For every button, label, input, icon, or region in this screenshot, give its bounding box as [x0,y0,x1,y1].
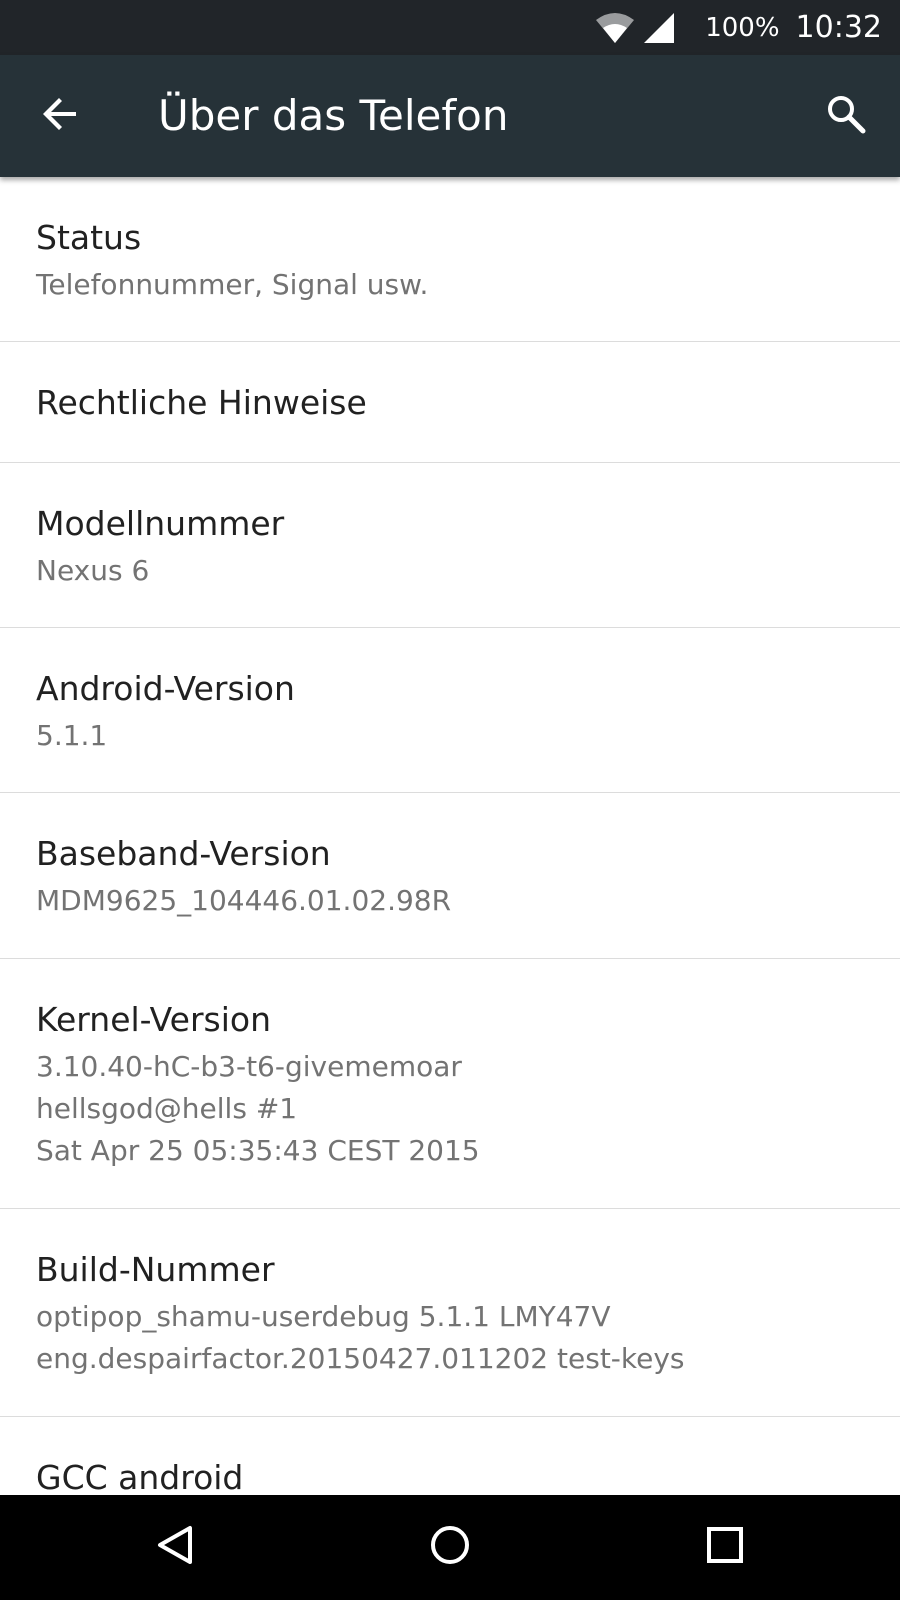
battery-level: 100% [705,12,780,43]
item-summary: 3.10.40-hC-b3-t6-givememoar [36,1050,462,1083]
settings-list: Status Telefonnummer, Signal usw. Rechtl… [0,177,900,1495]
nav-recents-icon [706,1526,744,1568]
list-item-baseband[interactable]: Baseband-Version MDM9625_104446.01.02.98… [0,793,900,959]
item-title: Android-Version [36,669,295,708]
item-title: Build-Nummer [36,1250,275,1289]
item-title: Rechtliche Hinweise [36,383,367,422]
back-button[interactable] [26,82,94,150]
navigation-bar [0,1495,900,1600]
item-summary: MDM9625_104446.01.02.98R [36,884,452,917]
list-item-build-number[interactable]: Build-Nummer optipop_shamu-userdebug 5.1… [0,1209,900,1417]
nav-home-button[interactable] [415,1512,485,1582]
wifi-icon [595,12,635,44]
clock: 10:32 [795,10,882,45]
item-summary: hellsgod@hells #1 [36,1092,298,1125]
list-item-kernel[interactable]: Kernel-Version 3.10.40-hC-b3-t6-givememo… [0,959,900,1209]
status-icons: 100% 10:32 [595,0,882,55]
cell-signal-icon [643,12,675,44]
list-item-status[interactable]: Status Telefonnummer, Signal usw. [0,177,900,342]
status-bar: 100% 10:32 [0,0,900,55]
nav-home-icon [429,1524,471,1570]
search-button[interactable] [812,82,880,150]
nav-back-icon [154,1524,196,1570]
item-title: Modellnummer [36,504,285,543]
item-title: Baseband-Version [36,834,331,873]
nav-recents-button[interactable] [690,1512,760,1582]
page-title: Über das Telefon [158,91,509,140]
list-item-gcc[interactable]: GCC android [0,1417,900,1495]
search-icon [825,93,867,139]
item-summary: 5.1.1 [36,719,108,752]
item-title: GCC android [36,1458,244,1495]
item-summary: optipop_shamu-userdebug 5.1.1 LMY47V [36,1300,611,1333]
list-item-android-version[interactable]: Android-Version 5.1.1 [0,628,900,793]
item-summary: Sat Apr 25 05:35:43 CEST 2015 [36,1134,480,1167]
list-item-legal[interactable]: Rechtliche Hinweise [0,342,900,463]
item-title: Status [36,218,142,257]
item-summary: eng.despairfactor.20150427.011202 test-k… [36,1342,685,1375]
item-summary: Telefonnummer, Signal usw. [36,268,429,301]
nav-back-button[interactable] [140,1512,210,1582]
list-item-model[interactable]: Modellnummer Nexus 6 [0,463,900,628]
item-title: Kernel-Version [36,1000,271,1039]
app-bar: Über das Telefon [0,55,900,177]
item-summary: Nexus 6 [36,554,150,587]
arrow-back-icon [40,94,80,138]
